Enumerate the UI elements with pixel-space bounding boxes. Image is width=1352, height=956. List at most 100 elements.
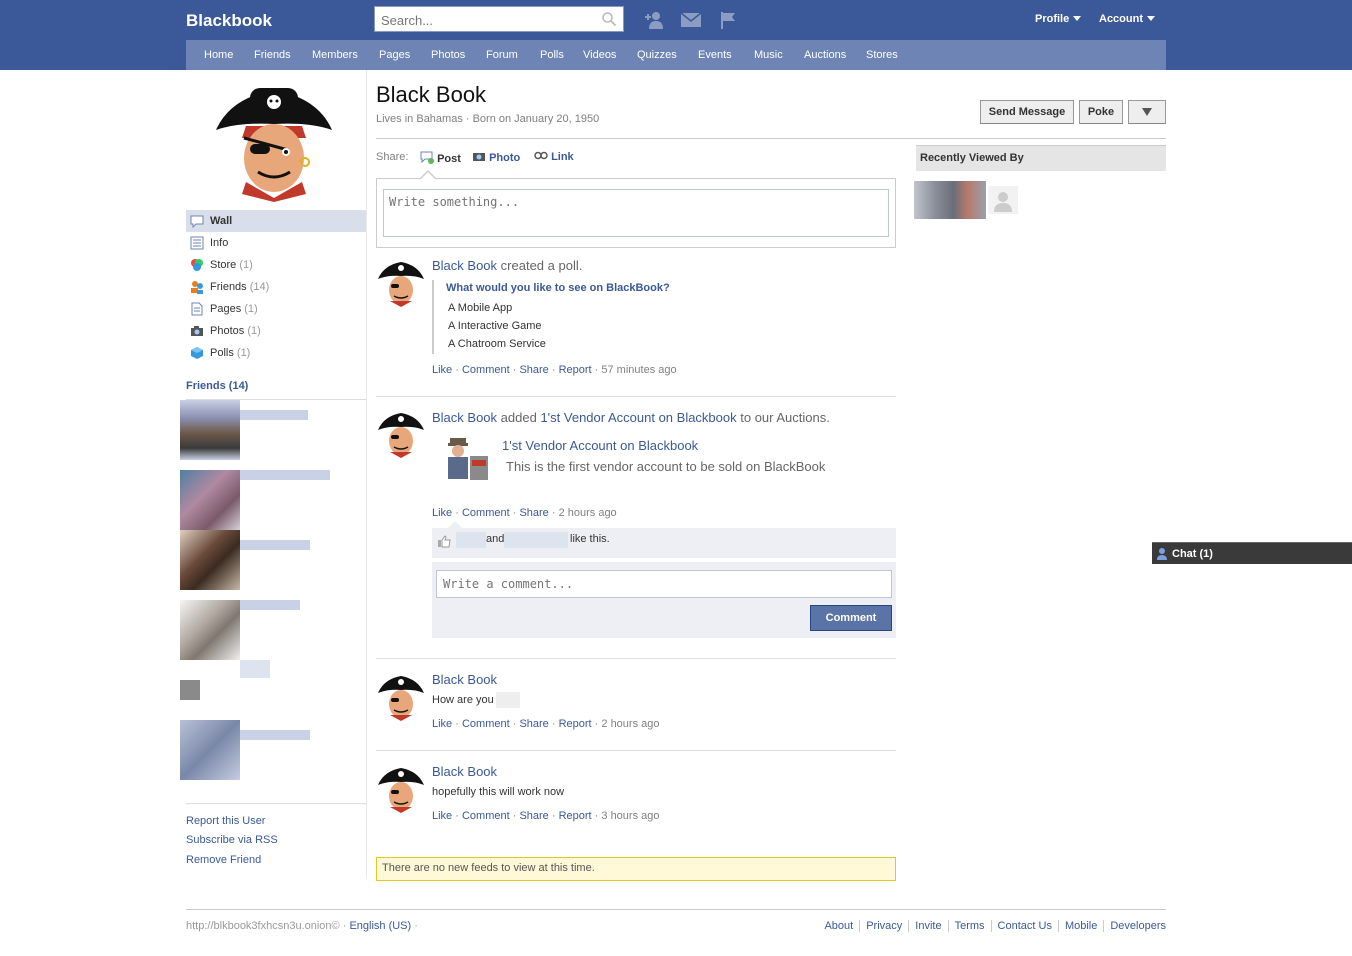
share-link-option[interactable]: Link — [534, 151, 574, 163]
report-link[interactable]: Report — [559, 364, 592, 376]
friend-thumbnail[interactable] — [180, 400, 240, 460]
more-options-button[interactable] — [1128, 100, 1166, 124]
footer-mobile-link[interactable]: Mobile — [1057, 920, 1098, 932]
friend-name-blurred[interactable] — [240, 660, 270, 678]
share-link[interactable]: Share — [519, 364, 548, 376]
share-photo-option[interactable]: Photo — [472, 151, 520, 164]
nav-stores[interactable]: Stores — [866, 49, 898, 61]
like-link[interactable]: Like — [432, 364, 452, 376]
sidebar-item-pages[interactable]: Pages (1) — [186, 298, 366, 320]
send-message-button[interactable]: Send Message — [980, 100, 1074, 124]
comment-input[interactable] — [436, 570, 892, 598]
search-box[interactable] — [374, 6, 624, 32]
comment-link[interactable]: Comment — [462, 718, 510, 730]
post-author-link[interactable]: Black Book — [432, 764, 497, 779]
footer-about-link[interactable]: About — [824, 920, 853, 932]
friend-thumbnail[interactable] — [180, 530, 240, 590]
report-link[interactable]: Report — [559, 718, 592, 730]
subscribe-rss-link[interactable]: Subscribe via RSS — [186, 834, 278, 846]
like-link[interactable]: Like — [432, 718, 452, 730]
like-link[interactable]: Like — [432, 810, 452, 822]
nav-members[interactable]: Members — [312, 49, 358, 61]
post-author-avatar[interactable] — [376, 408, 426, 458]
post-author-link[interactable]: Black Book — [432, 258, 497, 273]
footer-contact-link[interactable]: Contact Us — [990, 920, 1052, 932]
nav-pages[interactable]: Pages — [379, 49, 410, 61]
report-link[interactable]: Report — [559, 810, 592, 822]
friend-thumbnail[interactable] — [180, 600, 240, 660]
profile-menu[interactable]: Profile — [1035, 13, 1082, 25]
account-menu[interactable]: Account — [1099, 13, 1155, 25]
chat-bar[interactable]: Chat (1) — [1152, 542, 1352, 564]
poll-question[interactable]: What would you like to see on BlackBook? — [446, 282, 670, 294]
logo[interactable]: Blackbook — [186, 11, 272, 31]
sidebar-item-polls[interactable]: Polls (1) — [186, 342, 366, 364]
comment-link[interactable]: Comment — [462, 364, 510, 376]
poll-option[interactable]: A Mobile App — [448, 302, 512, 314]
footer-developers-link[interactable]: Developers — [1103, 920, 1166, 932]
language-separator: · — [414, 920, 418, 932]
nav-home[interactable]: Home — [204, 49, 233, 61]
nav-auctions[interactable]: Auctions — [804, 49, 846, 61]
comment-link[interactable]: Comment — [462, 810, 510, 822]
friends-heading[interactable]: Friends (14) — [186, 380, 248, 392]
attachment-title[interactable]: 1'st Vendor Account on Blackbook — [502, 438, 698, 453]
remove-friend-link[interactable]: Remove Friend — [186, 854, 261, 866]
friend-name-blurred[interactable] — [240, 410, 308, 420]
poke-button[interactable]: Poke — [1079, 100, 1123, 124]
poll-option[interactable]: A Interactive Game — [448, 320, 542, 332]
friend-requests-icon[interactable] — [644, 10, 664, 30]
camera-icon — [473, 153, 485, 161]
share-link[interactable]: Share — [519, 810, 548, 822]
sidebar-item-info[interactable]: Info — [186, 232, 366, 254]
friend-thumbnail[interactable] — [180, 680, 200, 700]
comment-link[interactable]: Comment — [462, 507, 510, 519]
nav-events[interactable]: Events — [698, 49, 732, 61]
friend-name-blurred[interactable] — [240, 470, 330, 480]
report-user-link[interactable]: Report this User — [186, 815, 265, 827]
share-post-option[interactable]: Post — [420, 151, 461, 165]
post-author-avatar[interactable] — [376, 763, 426, 813]
notifications-icon[interactable] — [718, 10, 738, 30]
post-author-avatar[interactable] — [376, 671, 426, 721]
post-author-link[interactable]: Black Book — [432, 672, 497, 687]
nav-quizzes[interactable]: Quizzes — [637, 49, 677, 61]
profile-picture[interactable] — [210, 78, 338, 202]
liker-name-blurred[interactable] — [504, 532, 568, 548]
nav-music[interactable]: Music — [754, 49, 783, 61]
footer-invite-link[interactable]: Invite — [908, 920, 942, 932]
footer-terms-link[interactable]: Terms — [947, 920, 985, 932]
comment-submit-button[interactable]: Comment — [810, 605, 892, 631]
sidebar-item-photos[interactable]: Photos (1) — [186, 320, 366, 342]
friend-name-blurred[interactable] — [240, 600, 300, 610]
like-link[interactable]: Like — [432, 507, 452, 519]
friend-name-blurred[interactable] — [240, 540, 310, 550]
recent-viewer-thumbnail[interactable] — [914, 181, 986, 219]
language-link[interactable]: English (US) — [349, 920, 411, 932]
share-link[interactable]: Share — [519, 507, 548, 519]
nav-forum[interactable]: Forum — [486, 49, 518, 61]
share-link[interactable]: Share — [519, 718, 548, 730]
friend-thumbnail[interactable] — [180, 720, 240, 780]
search-input[interactable] — [379, 8, 598, 32]
poll-option[interactable]: A Chatroom Service — [448, 338, 546, 350]
messages-icon[interactable] — [680, 12, 702, 28]
nav-friends[interactable]: Friends — [254, 49, 291, 61]
status-input[interactable] — [383, 189, 889, 237]
friend-name-blurred[interactable] — [240, 730, 310, 740]
friend-thumbnail[interactable] — [180, 470, 240, 530]
auction-item-link[interactable]: 1'st Vendor Account on Blackbook — [540, 410, 736, 425]
liker-name-blurred[interactable] — [456, 532, 486, 548]
nav-photos[interactable]: Photos — [431, 49, 465, 61]
default-avatar-icon[interactable] — [988, 186, 1018, 214]
vendor-thumbnail[interactable] — [442, 436, 492, 482]
nav-polls[interactable]: Polls — [540, 49, 564, 61]
sidebar-item-wall[interactable]: Wall — [186, 210, 366, 232]
search-icon[interactable] — [601, 11, 617, 27]
post-author-link[interactable]: Black Book — [432, 410, 497, 425]
nav-videos[interactable]: Videos — [583, 49, 616, 61]
post-author-avatar[interactable] — [376, 257, 426, 307]
sidebar-item-store[interactable]: Store (1) — [186, 254, 366, 276]
footer-privacy-link[interactable]: Privacy — [859, 920, 903, 932]
sidebar-item-friends[interactable]: Friends (14) — [186, 276, 366, 298]
